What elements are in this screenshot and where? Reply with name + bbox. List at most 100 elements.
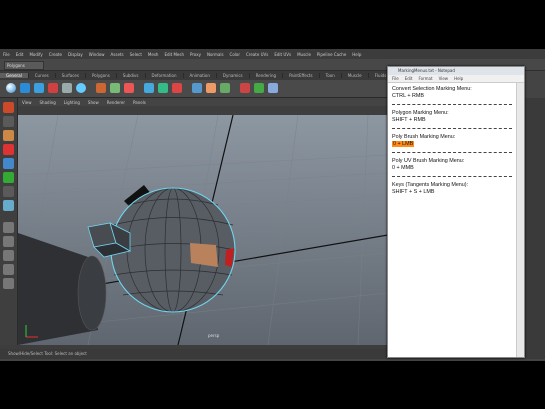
menu-display[interactable]: Display [65, 52, 86, 57]
vp-menu-show[interactable]: Show [84, 100, 103, 105]
menu-muscle[interactable]: Muscle [294, 52, 314, 57]
viewport-menubar: View Shading Lighting Show Renderer Pane… [18, 98, 388, 106]
entry-shortcut: SHIFT + S + LMB [392, 189, 435, 195]
menu-help[interactable]: Help [349, 52, 364, 57]
notepad-titlebar[interactable]: MarkingMenus.txt - Notepad [388, 67, 524, 75]
menu-edit-mesh[interactable]: Edit Mesh [161, 52, 187, 57]
menu-pipeline-cache[interactable]: Pipeline Cache [314, 52, 349, 57]
rotate-tool-icon[interactable] [3, 158, 14, 169]
cylinder-mesh [18, 233, 107, 345]
persp-outliner-icon[interactable] [3, 250, 14, 261]
menu-create-uvs[interactable]: Create UVs [243, 52, 271, 57]
move-tool-icon[interactable] [3, 144, 14, 155]
tab-surfaces[interactable]: Surfaces [56, 73, 86, 78]
tab-animation[interactable]: Animation [184, 73, 217, 78]
shelf-sphere-icon[interactable] [6, 83, 16, 93]
menu-edit-uvs[interactable]: Edit UVs [271, 52, 294, 57]
separator [392, 152, 512, 153]
maya-window: File Edit Modify Create Display Window A… [0, 49, 545, 361]
shelf-bevel-icon[interactable] [268, 83, 278, 93]
channel-box [523, 98, 545, 354]
menu-window[interactable]: Window [86, 52, 108, 57]
camera-label: persp [208, 333, 220, 338]
single-view-icon[interactable] [3, 222, 14, 233]
shelf-smooth-icon[interactable] [144, 83, 154, 93]
menu-mesh[interactable]: Mesh [145, 52, 162, 57]
lasso-tool-icon[interactable] [3, 116, 14, 127]
shelf-boolean-icon[interactable] [158, 83, 168, 93]
tab-painteffects[interactable]: PaintEffects [283, 73, 320, 78]
notepad-title: MarkingMenus.txt - Notepad [398, 68, 455, 73]
entry-shortcut: 0 + MMB [392, 165, 414, 171]
np-menu-help[interactable]: Help [454, 76, 463, 81]
entry-shortcut: CTRL + RMB [392, 93, 424, 99]
tab-general[interactable]: General [0, 73, 29, 78]
notepad-window: MarkingMenus.txt - Notepad File Edit For… [387, 66, 525, 358]
painted-faces [190, 243, 218, 267]
tab-deformation[interactable]: Deformation [146, 73, 184, 78]
shelf-combine-icon[interactable] [96, 83, 106, 93]
shelf-torus-icon[interactable] [76, 83, 86, 93]
channel-box-header [523, 71, 545, 98]
hypershade-layout-icon[interactable] [3, 278, 14, 289]
viewport-3d[interactable]: persp [18, 115, 388, 345]
tab-polygons[interactable]: Polygons [86, 73, 117, 78]
shelf-mirror-icon[interactable] [172, 83, 182, 93]
select-tool-icon[interactable] [3, 102, 14, 113]
shelf-cone-icon[interactable] [48, 83, 58, 93]
shelf-append-icon[interactable] [220, 83, 230, 93]
menu-edit[interactable]: Edit [13, 52, 27, 57]
menu-modify[interactable]: Modify [26, 52, 45, 57]
menu-proxy[interactable]: Proxy [187, 52, 204, 57]
tab-subdivs[interactable]: Subdivs [117, 73, 146, 78]
tab-curves[interactable]: Curves [29, 73, 56, 78]
shelf-cylinder-icon[interactable] [34, 83, 44, 93]
scale-tool-icon[interactable] [3, 172, 14, 183]
np-menu-format[interactable]: Format [418, 76, 432, 81]
entry-name: Poly UV Brush Marking Menu: [392, 158, 465, 164]
np-menu-edit[interactable]: Edit [405, 76, 413, 81]
entry-name: Polygon Marking Menu: [392, 110, 449, 116]
menu-color[interactable]: Color [227, 52, 243, 57]
shelf-plane-icon[interactable] [62, 83, 72, 93]
selected-shortcut: 0 + LMB [392, 141, 415, 147]
shelf-extract-icon[interactable] [124, 83, 134, 93]
paint-select-icon[interactable] [3, 130, 14, 141]
entry-shortcut: SHIFT + RMB [392, 117, 426, 123]
notepad-scrollbar[interactable] [516, 83, 524, 357]
vp-menu-lighting[interactable]: Lighting [60, 100, 84, 105]
notepad-menubar: File Edit Format View Help [388, 75, 524, 83]
list-item: Convert Selection Marking Menu: CTRL + R… [392, 86, 512, 100]
shelf-loop-icon[interactable] [254, 83, 264, 93]
tab-dynamics[interactable]: Dynamics [217, 73, 250, 78]
shelf-extrude-icon[interactable] [192, 83, 202, 93]
menu-file[interactable]: File [0, 52, 13, 57]
shelf-separate-icon[interactable] [110, 83, 120, 93]
shelf-cube-icon[interactable] [20, 83, 30, 93]
vp-menu-panels[interactable]: Panels [129, 100, 150, 105]
last-tool-icon[interactable] [3, 200, 14, 211]
menu-normals[interactable]: Normals [204, 52, 227, 57]
four-view-icon[interactable] [3, 236, 14, 247]
tab-muscle[interactable]: Muscle [342, 73, 369, 78]
scene-svg [18, 115, 388, 345]
notepad-text-area[interactable]: Convert Selection Marking Menu: CTRL + R… [388, 83, 516, 357]
menu-select[interactable]: Select [127, 52, 145, 57]
entry-name: Convert Selection Marking Menu: [392, 86, 472, 92]
list-item: Polygon Marking Menu: SHIFT + RMB [392, 110, 512, 124]
vp-menu-shading[interactable]: Shading [36, 100, 60, 105]
vp-menu-renderer[interactable]: Renderer [103, 100, 129, 105]
vp-menu-view[interactable]: View [18, 100, 36, 105]
tab-rendering[interactable]: Rendering [250, 73, 284, 78]
separator [392, 128, 512, 129]
np-menu-view[interactable]: View [439, 76, 449, 81]
mode-dropdown[interactable]: Polygons [4, 61, 44, 70]
np-menu-file[interactable]: File [392, 76, 399, 81]
manipulator-icon[interactable] [3, 186, 14, 197]
menu-assets[interactable]: Assets [108, 52, 127, 57]
tab-toon[interactable]: Toon [320, 73, 342, 78]
shelf-bridge-icon[interactable] [206, 83, 216, 93]
graph-layout-icon[interactable] [3, 264, 14, 275]
shelf-split-icon[interactable] [240, 83, 250, 93]
menu-create[interactable]: Create [46, 52, 65, 57]
